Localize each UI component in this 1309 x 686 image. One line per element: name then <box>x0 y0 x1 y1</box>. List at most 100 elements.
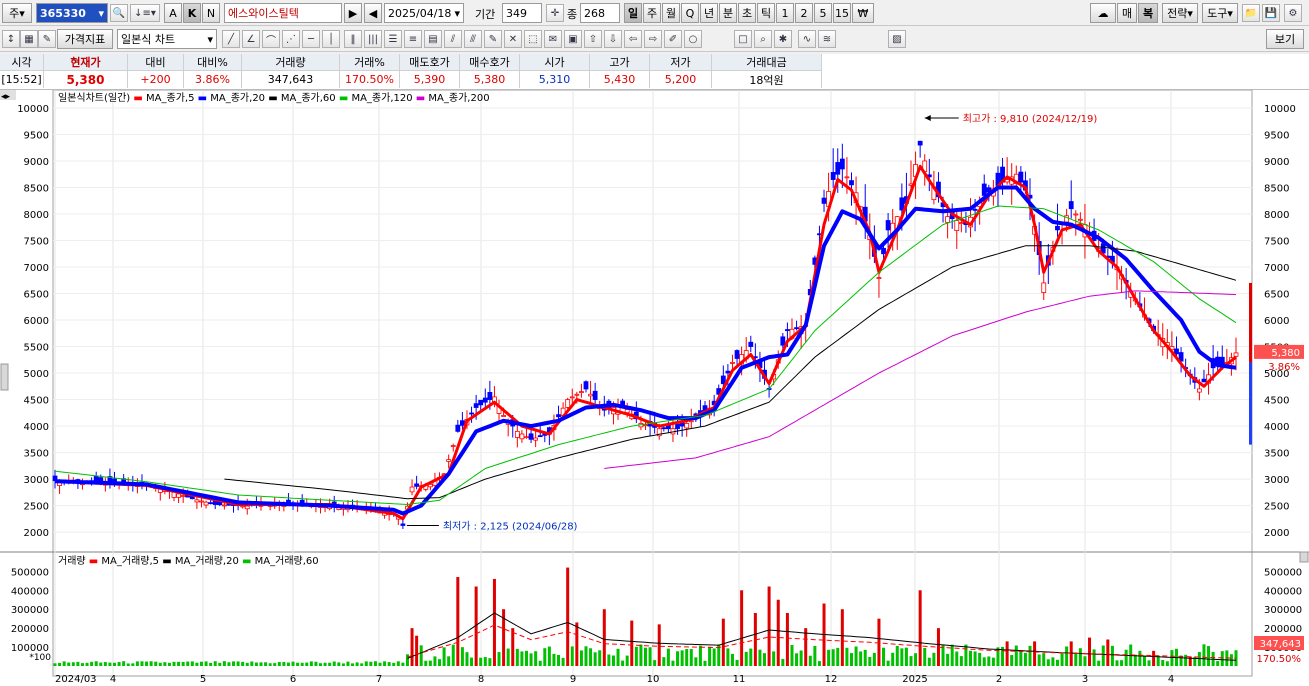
y-tick-label-right: 6500 <box>1264 290 1289 301</box>
volume-bar <box>277 661 281 666</box>
fan-tool-icon[interactable]: ⋰ <box>282 30 300 48</box>
left-arrow-icon[interactable]: ⇦ <box>624 30 642 48</box>
up-arrow-icon[interactable]: ⇧ <box>584 30 602 48</box>
timeframe-button[interactable]: Q <box>681 3 699 23</box>
channel-tool-icon[interactable]: ⫽ <box>444 30 462 48</box>
candle-body <box>620 400 626 406</box>
bars-tool-icon[interactable]: ||| <box>364 30 382 48</box>
scroll-arrow-icon: ◂▸ <box>1 92 11 102</box>
candle-body <box>734 350 740 359</box>
volume-bar <box>703 660 707 666</box>
save-icon[interactable]: 💾 <box>1262 4 1280 22</box>
search-icon[interactable]: 🔍 <box>110 4 128 22</box>
timeframe-button[interactable]: ₩ <box>852 3 874 23</box>
wave2-tool-icon[interactable]: ≋ <box>818 30 836 48</box>
cloud-icon[interactable]: ☁ <box>1090 3 1116 23</box>
fib-tool-icon[interactable]: ≡ <box>404 30 422 48</box>
timeframe-button[interactable]: 1 <box>776 3 794 23</box>
timeframe-button[interactable]: 년 <box>700 3 718 23</box>
y-tick-label-right: 3500 <box>1264 449 1289 460</box>
image-tool-icon[interactable]: ▨ <box>888 30 906 48</box>
vline-tool-icon[interactable]: │ <box>322 30 340 48</box>
timeframe-button[interactable]: 월 <box>662 3 680 23</box>
bug-tool-icon[interactable]: ✱ <box>774 30 792 48</box>
arc-tool-icon[interactable]: ⌒ <box>262 30 280 48</box>
timeframe-button[interactable]: 주 <box>643 3 661 23</box>
trade-button[interactable]: 매 <box>1117 3 1137 23</box>
right-arrow-icon[interactable]: ⇨ <box>644 30 662 48</box>
timeframe-button[interactable]: 2 <box>795 3 813 23</box>
strategy-button[interactable]: 전략 ▾ <box>1162 3 1198 23</box>
volume-bar <box>410 628 414 666</box>
cycle-tool-icon[interactable]: ‖ <box>344 30 362 48</box>
x-tick-label: 9 <box>570 674 576 685</box>
note-tool-icon[interactable]: ✉ <box>544 30 562 48</box>
wave-tool-icon[interactable]: ∿ <box>798 30 816 48</box>
timeframe-button[interactable]: 분 <box>719 3 737 23</box>
pen-tool-icon[interactable]: ✎ <box>484 30 502 48</box>
timeframe-button[interactable]: 일 <box>624 3 642 23</box>
volume-bar <box>479 657 483 666</box>
volume-bar <box>254 662 258 666</box>
indicator-button[interactable]: 가격지표 <box>57 29 113 49</box>
candle-body <box>579 391 584 393</box>
volume-bar <box>804 628 808 666</box>
timeframe-button[interactable]: 15 <box>833 3 851 23</box>
stock-name-field[interactable]: 에스와이스틸텍 <box>224 3 342 23</box>
volume-bar <box>740 590 744 666</box>
tools-button[interactable]: 도구 ▾ <box>1202 3 1238 23</box>
volume-bar <box>442 647 446 666</box>
square-tool-icon[interactable]: □ <box>734 30 752 48</box>
jong-input[interactable]: 268 <box>580 3 620 23</box>
folder-icon[interactable]: 📁 <box>1242 4 1260 22</box>
volume-bar <box>396 661 400 666</box>
volume-bar <box>927 657 931 666</box>
cross-tool-icon[interactable]: ✕ <box>504 30 522 48</box>
hline-tool-icon[interactable]: ─ <box>302 30 320 48</box>
volume-bar <box>415 635 419 666</box>
volume-bar <box>291 661 295 666</box>
zoom-tool-icon[interactable]: ⌕ <box>754 30 772 48</box>
y-tick-label-left: 8500 <box>24 183 49 194</box>
sort-icon[interactable]: ↓≡▾ <box>130 4 160 22</box>
candle-body <box>725 370 731 374</box>
candlestick-chart[interactable]: ◂▸ 2024/03 4 5 6 7 8 9 10 11 12 2025 2 3 4 2000 2000 2500… <box>0 90 1309 686</box>
filter-k-button[interactable]: K <box>183 3 201 23</box>
timeframe-button[interactable]: 틱 <box>757 3 775 23</box>
back-icon[interactable]: ◀ <box>364 3 382 23</box>
up-down-icon[interactable]: ↕ <box>2 30 20 48</box>
volume-bar <box>154 661 158 666</box>
chevron-down-icon: ▾ <box>207 32 213 46</box>
marker-tool-icon[interactable]: ⬚ <box>524 30 542 48</box>
text-tool-icon[interactable]: ✐ <box>664 30 682 48</box>
stock-code-input[interactable]: 365330 ▾ <box>36 3 108 23</box>
market-type-select[interactable]: 주 ▾ <box>2 3 32 23</box>
filter-a-button[interactable]: A <box>164 3 182 23</box>
volume-bar <box>405 654 409 666</box>
shape-tool-icon[interactable]: ▣ <box>564 30 582 48</box>
grid-icon[interactable]: ▦ <box>20 30 38 48</box>
play-icon[interactable]: ▶ <box>344 3 362 23</box>
parallel-tool-icon[interactable]: ⫻ <box>464 30 482 48</box>
date-picker[interactable]: 2025/04/18 ▾ <box>384 3 464 23</box>
timeframe-button[interactable]: 초 <box>738 3 756 23</box>
filter-n-button[interactable]: N <box>202 3 220 23</box>
circle-tool-icon[interactable]: ○ <box>684 30 702 48</box>
grid-tool-icon[interactable]: ▤ <box>424 30 442 48</box>
down-arrow-icon[interactable]: ⇩ <box>604 30 622 48</box>
volume-bar <box>557 655 561 666</box>
period-input[interactable]: 349 <box>502 3 542 23</box>
timeframe-button[interactable]: 5 <box>814 3 832 23</box>
copy-button[interactable]: 복 <box>1138 3 1158 23</box>
line-tool-icon[interactable]: ╱ <box>222 30 240 48</box>
chart-type-select[interactable]: 일본식 차트 ▾ <box>117 29 217 49</box>
volume-bar <box>785 613 789 666</box>
gear-icon[interactable]: ⚙ <box>1284 4 1302 22</box>
x-tick-label: 12 <box>825 674 838 685</box>
edit-icon[interactable]: ✎ <box>38 30 56 48</box>
view-button[interactable]: 보기 <box>1266 29 1304 49</box>
angle-tool-icon[interactable]: ∠ <box>242 30 260 48</box>
volume-bar <box>383 661 387 666</box>
table-tool-icon[interactable]: ☰ <box>384 30 402 48</box>
crosshair-icon[interactable]: ✛ <box>546 4 564 22</box>
